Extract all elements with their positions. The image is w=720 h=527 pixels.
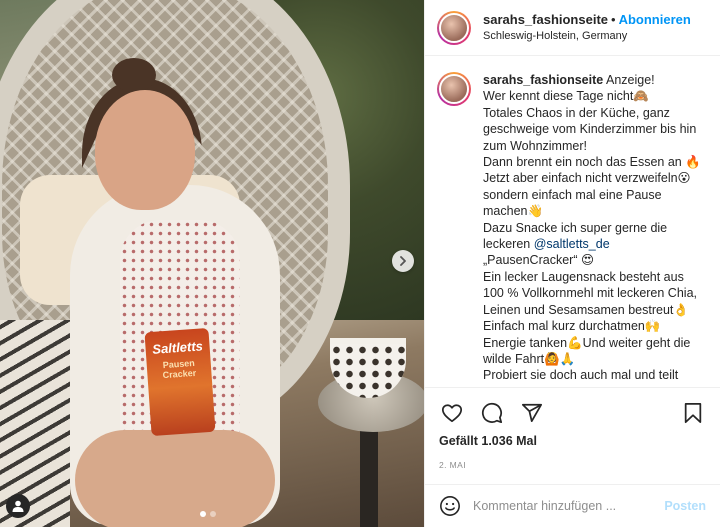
photo-table-leg [360, 420, 378, 527]
like-button[interactable] [439, 400, 465, 426]
snack-bag: Saltletts Pausen Cracker [144, 327, 216, 437]
photo-face [95, 90, 195, 210]
caption-avatar[interactable] [437, 72, 471, 106]
likes-count[interactable]: Gefällt 1.036 Mal [439, 434, 706, 448]
post-header-text: sarahs_fashionseite • Abonnieren Schlesw… [483, 12, 691, 44]
save-button[interactable] [680, 400, 706, 426]
action-icons [439, 394, 706, 432]
user-tags-button[interactable] [6, 494, 30, 518]
caption-line-1: Anzeige! [606, 73, 655, 87]
header-location[interactable]: Schleswig-Holstein, Germany [483, 28, 691, 44]
caption-line-3: Totales Chaos in der Küche, ganz geschwe… [483, 105, 700, 153]
add-comment-bar: Posten [425, 484, 720, 527]
avatar-image [439, 12, 469, 43]
post-comment-button[interactable]: Posten [664, 499, 706, 513]
heart-icon [441, 404, 463, 423]
caption-line-9: Energie tanken💪Und weiter geht die wilde… [483, 335, 694, 366]
carousel-dots [200, 511, 216, 517]
photo-legs [75, 430, 275, 527]
caption-username[interactable]: sarahs_fashionseite [483, 73, 603, 87]
carousel-next-button[interactable] [392, 250, 414, 272]
post-actions: Gefällt 1.036 Mal 2. Mai [425, 387, 720, 484]
snack-bag-subtitle: Pausen Cracker [162, 357, 197, 381]
avatar[interactable] [437, 10, 471, 45]
caption-line-4: Dann brennt ein noch das Essen an 🔥 Jetz… [483, 155, 705, 219]
bookmark-icon [684, 402, 702, 424]
smiley-icon[interactable] [439, 495, 461, 517]
post-date[interactable]: 2. Mai [439, 460, 706, 470]
caption-line-6: „PausenCracker“ 😍 [483, 253, 594, 268]
header-separator: • [611, 11, 616, 27]
caption-line-8: Einfach mal kurz durchatmen🙌 [483, 319, 661, 334]
instagram-post: Saltletts Pausen Cracker sarahs_fashions… [0, 0, 720, 527]
snack-bag-brand: Saltletts [151, 338, 204, 357]
post-photo[interactable]: Saltletts Pausen Cracker [0, 0, 424, 527]
carousel-dot-active [200, 511, 206, 517]
comment-input[interactable] [473, 499, 665, 513]
caption-avatar-image [439, 74, 469, 104]
follow-button[interactable]: Abonnieren [619, 12, 691, 28]
share-icon [521, 403, 543, 423]
share-button[interactable] [519, 400, 545, 426]
photo-hair-bun [112, 58, 156, 92]
post-header: sarahs_fashionseite • Abonnieren Schlesw… [425, 0, 720, 56]
carousel-dot [210, 511, 216, 517]
caption-line-7: Ein lecker Laugensnack besteht aus 100 %… [483, 269, 701, 317]
comment-button[interactable] [479, 400, 505, 426]
caption-text: sarahs_fashionseite Anzeige! Wer kennt d… [483, 72, 708, 387]
caption-line-10: Probiert sie doch auch mal und teilt [483, 368, 679, 383]
chevron-right-icon [400, 256, 406, 266]
caption-mention-link[interactable]: @saltletts_de [534, 237, 610, 251]
header-username[interactable]: sarahs_fashionseite [483, 12, 608, 28]
caption-area: sarahs_fashionseite Anzeige! Wer kennt d… [425, 56, 720, 387]
post-side-panel: sarahs_fashionseite • Abonnieren Schlesw… [424, 0, 720, 527]
comment-icon [481, 402, 503, 424]
header-user-line: sarahs_fashionseite • Abonnieren [483, 12, 691, 28]
person-icon [12, 500, 24, 512]
caption-line-2: Wer kennt diese Tage nicht🙈 [483, 89, 649, 104]
